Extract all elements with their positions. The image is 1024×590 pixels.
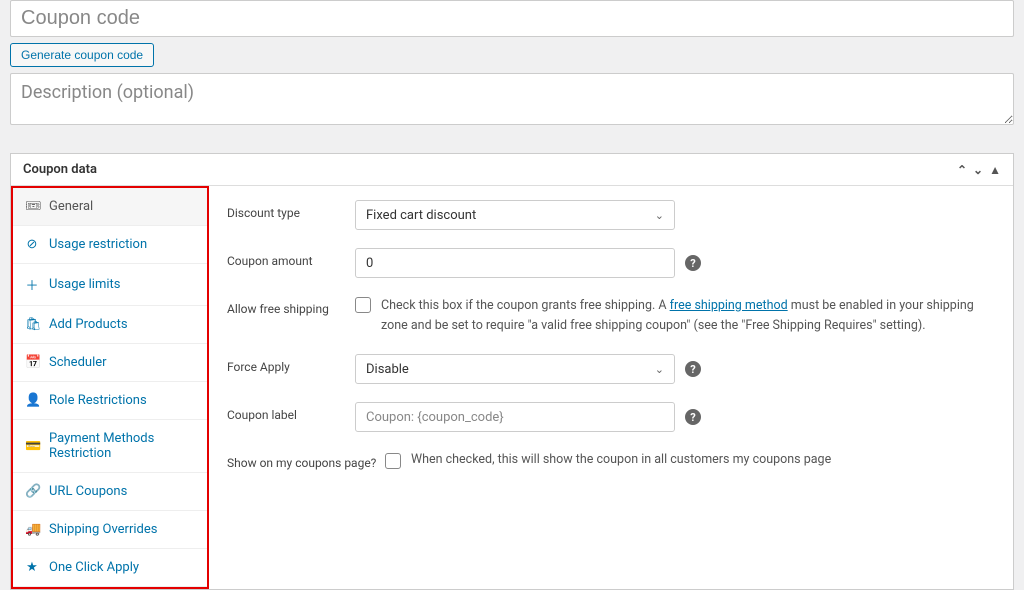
- force-apply-select[interactable]: Disable ⌄: [355, 354, 675, 384]
- help-icon[interactable]: ?: [685, 361, 701, 377]
- card-icon: 💳: [25, 439, 39, 454]
- coupon-code-input[interactable]: [10, 0, 1014, 37]
- coupon-label-input[interactable]: [355, 402, 675, 432]
- link-icon: 🔗: [25, 484, 39, 499]
- tab-payment-methods[interactable]: 💳 Payment Methods Restriction: [13, 420, 207, 473]
- general-form: Discount type Fixed cart discount ⌄ Coup…: [209, 186, 1013, 589]
- tab-scheduler[interactable]: 📅 Scheduler: [13, 344, 207, 382]
- truck-icon: 🚚: [25, 522, 39, 537]
- free-shipping-checkbox[interactable]: [355, 297, 371, 313]
- tab-label: Usage limits: [49, 277, 120, 292]
- coupon-label-label: Coupon label: [227, 402, 355, 422]
- tab-url-coupons[interactable]: 🔗 URL Coupons: [13, 473, 207, 511]
- user-icon: 👤: [25, 393, 39, 408]
- panel-header: Coupon data ⌃ ⌄ ▲: [11, 154, 1013, 186]
- tab-label: Shipping Overrides: [49, 522, 157, 537]
- panel-move-down-icon[interactable]: ⌄: [973, 163, 983, 177]
- tab-usage-limits[interactable]: ＋ Usage limits: [13, 264, 207, 306]
- calendar-icon: 📅: [25, 355, 39, 370]
- text: Check this box if the coupon grants free…: [381, 298, 670, 313]
- coupon-amount-label: Coupon amount: [227, 248, 355, 268]
- chevron-down-icon: ⌄: [655, 363, 664, 376]
- discount-type-select[interactable]: Fixed cart discount ⌄: [355, 200, 675, 230]
- panel-title: Coupon data: [23, 162, 97, 177]
- tab-label: One Click Apply: [49, 560, 139, 575]
- select-value: Disable: [366, 362, 409, 377]
- free-shipping-label: Allow free shipping: [227, 296, 355, 316]
- tab-label: Add Products: [49, 317, 128, 332]
- ticket-icon: 🎟: [25, 199, 39, 214]
- tab-general[interactable]: 🎟 General: [13, 188, 207, 226]
- free-shipping-description: Check this box if the coupon grants free…: [381, 296, 995, 336]
- plus-icon: ＋: [25, 275, 39, 294]
- tab-shipping-overrides[interactable]: 🚚 Shipping Overrides: [13, 511, 207, 549]
- show-on-coupons-checkbox[interactable]: [385, 453, 401, 469]
- free-shipping-method-link[interactable]: free shipping method: [670, 298, 788, 313]
- generate-coupon-code-button[interactable]: Generate coupon code: [10, 43, 154, 67]
- tab-label: Scheduler: [49, 355, 107, 370]
- tabs-sidebar: 🎟 General ⊘ Usage restriction ＋ Usage li…: [11, 186, 209, 589]
- chevron-down-icon: ⌄: [655, 209, 664, 222]
- panel-collapse-icon[interactable]: ▲: [989, 163, 1001, 177]
- force-apply-label: Force Apply: [227, 354, 355, 374]
- show-on-coupons-label: Show on my coupons page?: [227, 450, 385, 470]
- discount-type-label: Discount type: [227, 200, 355, 220]
- tab-label: Usage restriction: [49, 237, 147, 252]
- tab-label: Payment Methods Restriction: [49, 431, 195, 461]
- ban-icon: ⊘: [25, 237, 39, 252]
- description-textarea[interactable]: [10, 73, 1014, 125]
- bag-icon: 🛍: [25, 317, 39, 332]
- select-value: Fixed cart discount: [366, 208, 476, 223]
- tab-usage-restriction[interactable]: ⊘ Usage restriction: [13, 226, 207, 264]
- tab-label: Role Restrictions: [49, 393, 147, 408]
- help-icon[interactable]: ?: [685, 255, 701, 271]
- tab-label: General: [49, 199, 93, 214]
- star-icon: ★: [25, 560, 39, 575]
- show-on-coupons-description: When checked, this will show the coupon …: [411, 450, 831, 470]
- tab-one-click-apply[interactable]: ★ One Click Apply: [13, 549, 207, 587]
- coupon-amount-input[interactable]: [355, 248, 675, 278]
- help-icon[interactable]: ?: [685, 409, 701, 425]
- tab-role-restrictions[interactable]: 👤 Role Restrictions: [13, 382, 207, 420]
- panel-move-up-icon[interactable]: ⌃: [957, 163, 967, 177]
- tab-add-products[interactable]: 🛍 Add Products: [13, 306, 207, 344]
- coupon-data-panel: Coupon data ⌃ ⌄ ▲ 🎟 General ⊘ Usage rest…: [10, 153, 1014, 590]
- tab-label: URL Coupons: [49, 484, 127, 499]
